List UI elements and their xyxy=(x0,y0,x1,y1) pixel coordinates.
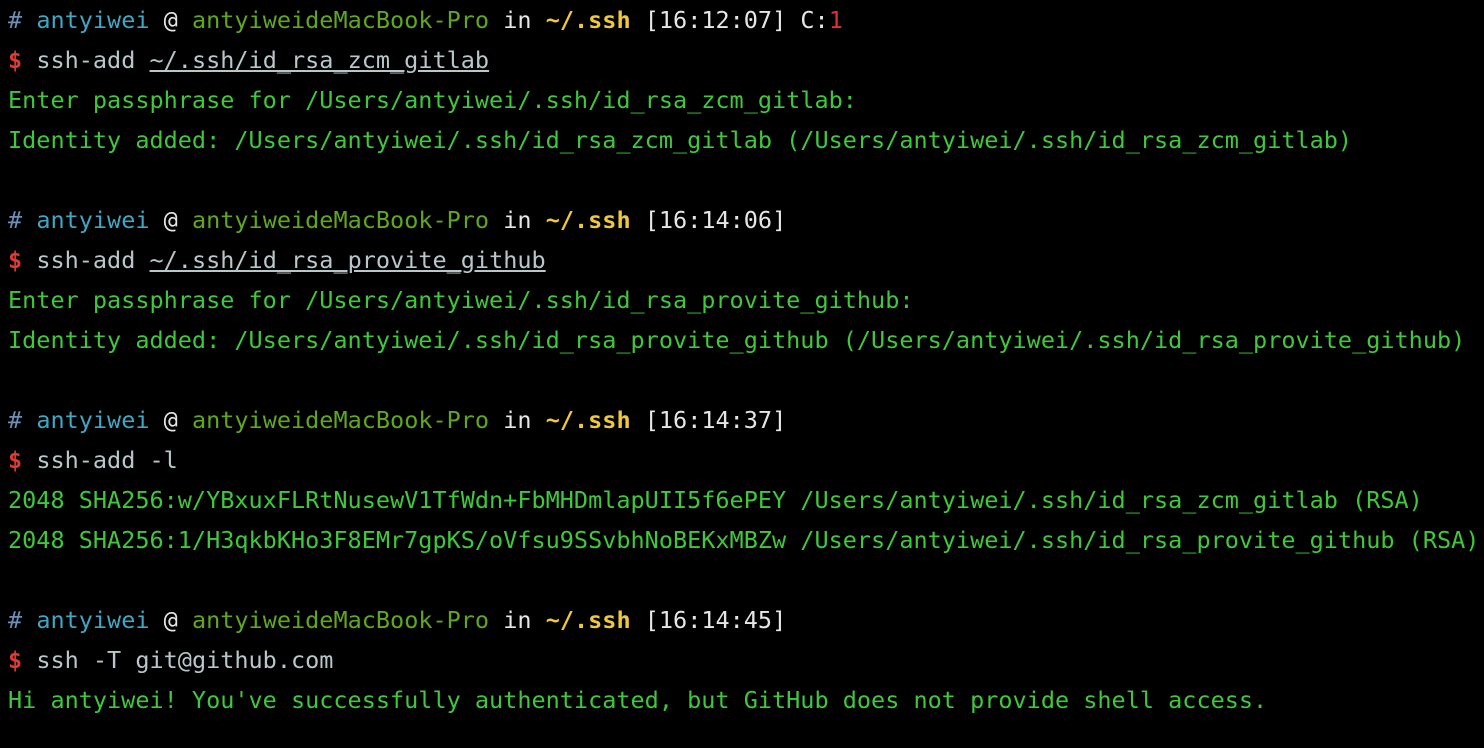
output-line: 2048 SHA256:1/H3qkbKHo3F8EMr7gpKS/oVfsu9… xyxy=(8,526,1480,554)
prompt-time: [16:14:06] xyxy=(644,206,787,234)
output-line: 2048 SHA256:w/YBxuxFLRtNusewV1TfWdn+FbMH… xyxy=(8,486,1423,514)
prompt-host: antyiweideMacBook-Pro xyxy=(191,406,490,434)
output-line: Hi antyiwei! You've successfully authent… xyxy=(8,686,1268,714)
command-text: ssh-add -l xyxy=(36,446,178,474)
prompt-in: in xyxy=(503,406,532,434)
prompt-path: ~/.ssh xyxy=(545,406,631,434)
command-text: ssh-add xyxy=(36,246,136,274)
command-line: $ ssh-add ~/.ssh/id_rsa_zcm_gitlab xyxy=(8,40,1484,80)
prompt-hash: # xyxy=(8,606,23,634)
prompt-at: @ xyxy=(163,406,178,434)
prompt-time: [16:14:37] xyxy=(644,406,787,434)
prompt-hash: # xyxy=(8,406,23,434)
command-arg: ~/.ssh/id_rsa_zcm_gitlab xyxy=(149,46,490,74)
prompt-at: @ xyxy=(163,206,178,234)
prompt-time: [16:14:45] xyxy=(644,606,787,634)
prompt-in: in xyxy=(503,206,532,234)
terminal-window[interactable]: # antyiwei @ antyiweideMacBook-Pro in ~/… xyxy=(0,0,1484,748)
output-line: Enter passphrase for /Users/antyiwei/.ss… xyxy=(8,286,914,314)
prompt-dollar: $ xyxy=(8,446,23,474)
command-arg: ~/.ssh/id_rsa_provite_github xyxy=(149,246,546,274)
prompt-line: # antyiwei @ antyiweideMacBook-Pro in ~/… xyxy=(8,400,1484,440)
prompt-line: # antyiwei @ antyiweideMacBook-Pro in ~/… xyxy=(8,200,1484,240)
prompt-host: antyiweideMacBook-Pro xyxy=(191,6,490,34)
prompt-at: @ xyxy=(163,6,178,34)
output-line: Identity added: /Users/antyiwei/.ssh/id_… xyxy=(8,126,1353,154)
prompt-in: in xyxy=(503,6,532,34)
command-line: $ ssh-add -l xyxy=(8,440,1484,480)
prompt-path: ~/.ssh xyxy=(545,6,631,34)
prompt-time: [16:12:07] xyxy=(644,6,787,34)
prompt-at: @ xyxy=(163,606,178,634)
command-line: $ ssh -T git@github.com xyxy=(8,640,1484,680)
prompt-dollar: $ xyxy=(8,246,23,274)
prompt-dollar: $ xyxy=(8,646,23,674)
exit-code-value: 1 xyxy=(828,6,843,34)
prompt-user: antyiwei xyxy=(36,406,150,434)
prompt-hash: # xyxy=(8,6,23,34)
prompt-user: antyiwei xyxy=(36,6,150,34)
prompt-dollar: $ xyxy=(8,46,23,74)
prompt-line: # antyiwei @ antyiweideMacBook-Pro in ~/… xyxy=(8,0,1484,40)
command-line: $ ssh-add ~/.ssh/id_rsa_provite_github xyxy=(8,240,1484,280)
prompt-in: in xyxy=(503,606,532,634)
prompt-path: ~/.ssh xyxy=(545,206,631,234)
prompt-host: antyiweideMacBook-Pro xyxy=(191,606,490,634)
prompt-hash: # xyxy=(8,206,23,234)
command-text: ssh -T git@github.com xyxy=(36,646,334,674)
exit-code-label: C: xyxy=(800,6,829,34)
prompt-path: ~/.ssh xyxy=(545,606,631,634)
prompt-host: antyiweideMacBook-Pro xyxy=(191,206,490,234)
prompt-user: antyiwei xyxy=(36,206,150,234)
prompt-line: # antyiwei @ antyiweideMacBook-Pro in ~/… xyxy=(8,600,1484,640)
command-text: ssh-add xyxy=(36,46,136,74)
output-line: Enter passphrase for /Users/antyiwei/.ss… xyxy=(8,86,857,114)
prompt-user: antyiwei xyxy=(36,606,150,634)
output-line: Identity added: /Users/antyiwei/.ssh/id_… xyxy=(8,326,1466,354)
